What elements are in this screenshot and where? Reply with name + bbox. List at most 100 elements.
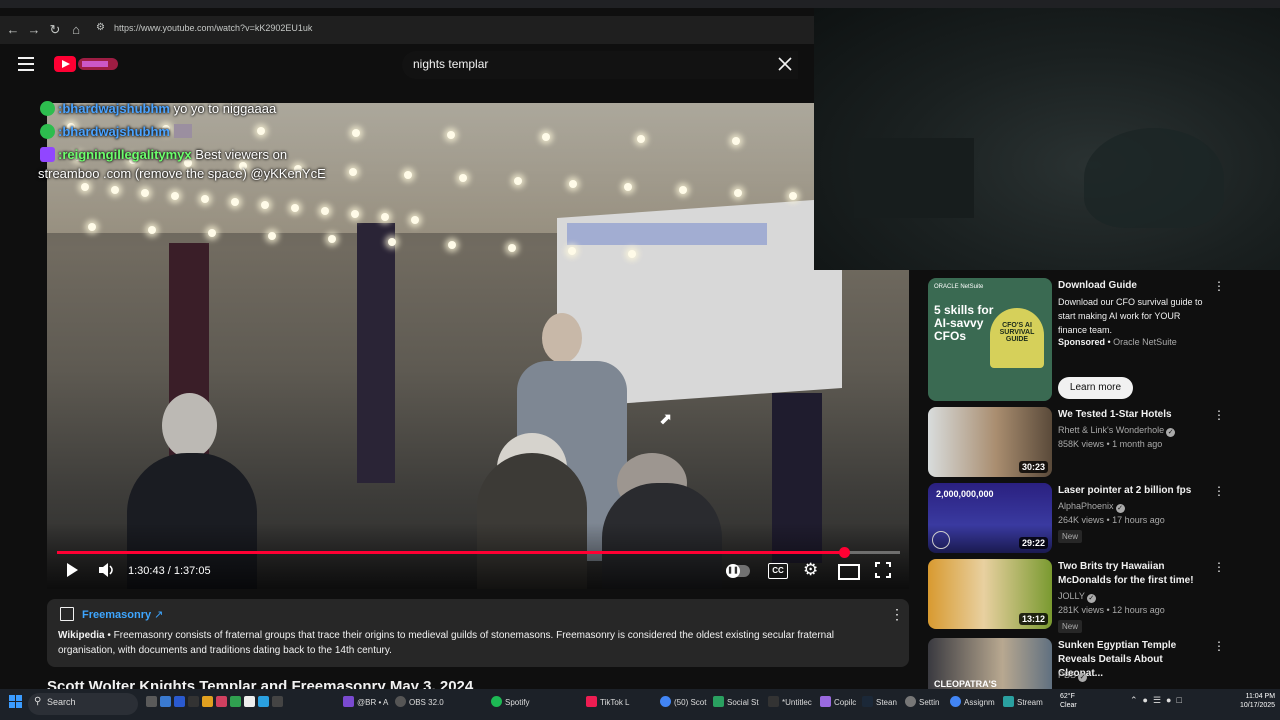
video-thumbnail[interactable]: 2,000,000,000 29:22 (928, 483, 1052, 553)
theater-mode-icon[interactable] (838, 564, 860, 580)
search-icon: ⚲ (34, 696, 42, 707)
verified-icon: ✓ (1166, 428, 1176, 437)
webcam-overlay (814, 8, 1280, 270)
chat-message: :bhardwajshubhm (40, 124, 192, 139)
string-light (381, 213, 389, 221)
chat-badge-icon (40, 124, 55, 139)
rec-channel[interactable]: Rhett & Link's Wonderhole ✓ (1058, 423, 1176, 437)
string-light (514, 177, 522, 185)
ad-title[interactable]: Download Guide (1058, 279, 1206, 293)
volume-icon[interactable] (98, 562, 116, 581)
learn-more-button[interactable]: Learn more (1058, 377, 1133, 399)
string-light (268, 232, 276, 240)
tab-strip (0, 0, 1280, 8)
mouse-cursor-icon: ⬈ (659, 411, 673, 428)
rec-title[interactable]: Laser pointer at 2 billion fps (1058, 484, 1206, 498)
controls-gradient (47, 523, 909, 589)
info-more-icon[interactable]: ⋮ (890, 606, 904, 623)
autoplay-toggle[interactable]: ❚❚ (726, 564, 750, 578)
taskbar-app[interactable]: *Untitlec (768, 692, 812, 714)
taskbar-app[interactable]: Social St (713, 692, 759, 714)
string-light (291, 204, 299, 212)
time-display: 1:30:43 / 1:37:05 (128, 565, 211, 577)
settings-gear-icon[interactable]: ⚙ (803, 560, 818, 580)
string-light (351, 210, 359, 218)
search-input-value[interactable]: nights templar (413, 57, 488, 71)
video-thumbnail[interactable]: CLEOPATRA'S (928, 638, 1052, 689)
rec-title[interactable]: Two Brits try Hawaiian McDonalds for the… (1058, 560, 1206, 588)
ad-sponsor: Sponsored • Oracle NetSuite (1058, 337, 1177, 347)
verified-icon: ✓ (1086, 594, 1096, 603)
rec-channel[interactable]: AlphaPhoenix ✓ (1058, 499, 1125, 513)
string-light (321, 207, 329, 215)
verified-icon: ✓ (1115, 504, 1125, 513)
taskbar-pinned-icons[interactable] (146, 692, 286, 714)
ad-description: Download our CFO survival guide to start… (1058, 297, 1203, 335)
string-light (789, 192, 797, 200)
string-light (208, 229, 216, 237)
clear-search-icon[interactable] (776, 55, 794, 73)
twitch-icon (40, 147, 55, 162)
taskbar-app[interactable]: Stream (1003, 692, 1043, 714)
rec-more-icon[interactable]: ⋮ (1213, 639, 1225, 653)
rec-title[interactable]: We Tested 1-Star Hotels (1058, 408, 1206, 422)
site-info-icon[interactable]: ⚙ (96, 22, 105, 33)
fullscreen-icon[interactable] (875, 562, 891, 583)
string-light (257, 127, 265, 135)
taskbar-app[interactable]: Stean (862, 692, 897, 714)
forward-arrow-icon[interactable]: → (26, 22, 42, 38)
back-arrow-icon[interactable]: ← (5, 22, 21, 38)
ad-thumbnail[interactable]: ORACLE NetSuite 5 skills for AI-savvy CF… (928, 278, 1052, 401)
rec-meta: 264K views • 17 hours ago (1058, 515, 1165, 525)
new-badge: New (1058, 620, 1083, 633)
new-badge: New (1058, 530, 1083, 543)
string-light (261, 201, 269, 209)
rec-more-icon[interactable]: ⋮ (1213, 484, 1225, 498)
string-light (352, 129, 360, 137)
reload-icon[interactable]: ↻ (47, 22, 63, 38)
info-panel-text: Wikipedia • Freemasonry consists of frat… (58, 630, 834, 656)
progress-scrubber[interactable] (839, 547, 850, 558)
youtube-logo[interactable] (54, 56, 122, 72)
chat-message: :bhardwajshubhm yo yo to niggaaaa (40, 101, 276, 116)
string-light (231, 198, 239, 206)
hamburger-menu-icon[interactable] (18, 57, 34, 71)
taskbar-app[interactable]: Settin (905, 692, 939, 714)
weather-widget[interactable]: 62°F Clear (1060, 692, 1077, 710)
video-thumbnail[interactable]: 13:12 (928, 559, 1052, 629)
taskbar-app[interactable]: OBS 32.0 (395, 692, 444, 714)
string-light (542, 133, 550, 141)
taskbar-app[interactable]: Spotify (491, 692, 529, 714)
play-icon[interactable] (64, 562, 80, 581)
string-light (637, 135, 645, 143)
taskbar-app[interactable]: (50) Scot (660, 692, 706, 714)
progress-bar-played (57, 551, 844, 554)
home-icon[interactable]: ⌂ (68, 22, 84, 38)
system-tray-icons[interactable]: ⌃●☰●□ (1130, 695, 1187, 706)
rec-channel[interactable]: JOLLY ✓ (1058, 589, 1096, 603)
string-light (448, 241, 456, 249)
info-panel-link[interactable]: Freemasonry ↗ (82, 608, 163, 621)
string-light (388, 238, 396, 246)
clock[interactable]: 11:04 PM 10/17/2025 (1240, 692, 1275, 710)
taskbar-app[interactable]: @BR • A (343, 692, 388, 714)
rec-more-icon[interactable]: ⋮ (1213, 408, 1225, 422)
taskbar-app[interactable]: TikTok L (586, 692, 630, 714)
captions-icon[interactable]: CC (768, 563, 788, 579)
url-text[interactable]: https://www.youtube.com/watch?v=kK2902EU… (114, 23, 312, 33)
string-light (328, 235, 336, 243)
taskbar-app[interactable]: Copilc (820, 692, 856, 714)
rec-meta: 858K views • 1 month ago (1058, 439, 1163, 449)
string-light (148, 226, 156, 234)
taskbar-app[interactable]: Assignm (950, 692, 995, 714)
chat-message-continued: streamboo .com (remove the space) @yKKen… (38, 166, 326, 181)
video-thumbnail[interactable]: 30:23 (928, 407, 1052, 477)
ad-more-icon[interactable]: ⋮ (1213, 279, 1225, 293)
rec-channel[interactable]: PBS ✓ (1058, 668, 1088, 682)
taskbar-search[interactable] (28, 693, 138, 715)
string-light (459, 174, 467, 182)
rec-more-icon[interactable]: ⋮ (1213, 560, 1225, 574)
chat-message: :reigningillegalitymyx Best viewers on (40, 147, 287, 162)
windows-start-icon[interactable] (9, 695, 25, 711)
external-link-icon: ↗ (154, 609, 164, 621)
